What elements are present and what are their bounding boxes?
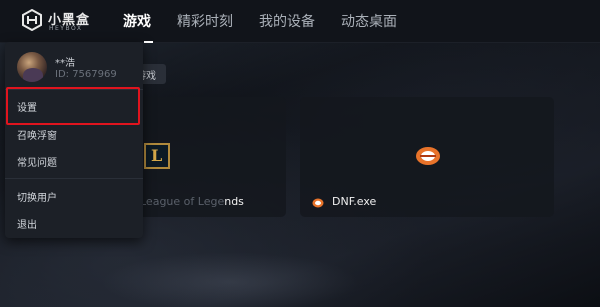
user-dropdown-menu: **浩 ID: 7567969 设置 召唤浮窗 常见问题 切换用户 退出 — [5, 42, 143, 238]
tab-games[interactable]: 游戏 — [123, 11, 151, 31]
tab-highlights[interactable]: 精彩时刻 — [177, 11, 233, 31]
heybox-logo[interactable]: 小黑盒 HEYBOX — [22, 8, 118, 34]
user-id: ID: 7567969 — [55, 69, 117, 80]
top-navigation-bar: 小黑盒 HEYBOX 游戏 精彩时刻 我的设备 动态桌面 — [0, 0, 600, 43]
heybox-logo-icon — [22, 9, 42, 31]
game-card-name: DNF.exe — [332, 195, 377, 208]
menu-item-label: 切换用户 — [17, 193, 57, 204]
settings-highlight-box — [6, 87, 140, 125]
tab-my-devices[interactable]: 我的设备 — [259, 11, 315, 31]
menu-item-switch-user[interactable]: 切换用户 — [5, 184, 143, 208]
game-card-name-obscured: League of Lege — [140, 195, 225, 208]
menu-item-faq[interactable]: 常见问题 — [5, 149, 143, 173]
menu-item-label: 常见问题 — [17, 158, 57, 169]
avatar[interactable] — [17, 52, 47, 82]
menu-item-summon-overlay[interactable]: 召唤浮窗 — [5, 122, 143, 146]
logo-subtitle: HEYBOX — [49, 25, 83, 32]
menu-divider — [5, 178, 143, 179]
tab-live-desktop[interactable]: 动态桌面 — [341, 11, 397, 31]
menu-item-label: 退出 — [17, 220, 37, 231]
background-figure — [100, 252, 360, 307]
game-card-name-visible: nds — [224, 195, 244, 208]
game-card-dnf[interactable]: DNF.exe — [300, 97, 554, 217]
game-card-name: League of Legends — [140, 195, 244, 208]
active-tab-indicator — [144, 41, 153, 43]
league-of-legends-icon: L — [144, 143, 170, 169]
heybox-app: 小黑盒 HEYBOX 游戏 精彩时刻 我的设备 动态桌面 游戏 L League… — [0, 0, 600, 307]
dnf-small-icon — [312, 198, 324, 208]
menu-item-label: 召唤浮窗 — [17, 131, 57, 142]
user-name: **浩 — [55, 58, 75, 69]
dnf-icon — [416, 147, 440, 165]
menu-item-logout[interactable]: 退出 — [5, 211, 143, 235]
